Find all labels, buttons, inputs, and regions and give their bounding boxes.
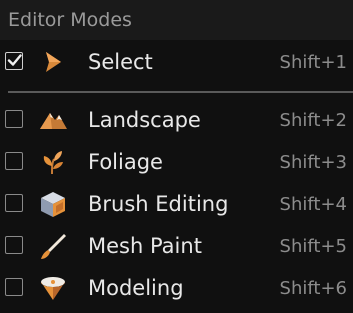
landscape-checkbox[interactable] [5, 110, 23, 128]
menu-item-mesh-paint[interactable]: Mesh Paint Shift+5 [0, 225, 353, 267]
menu-item-shortcut: Shift+2 [279, 110, 347, 131]
select-checkbox[interactable] [5, 52, 23, 70]
menu-item-shortcut: Shift+4 [279, 194, 347, 215]
menu-separator [8, 91, 353, 93]
menu-item-landscape[interactable]: Landscape Shift+2 [0, 99, 353, 141]
menu-item-foliage[interactable]: Foliage Shift+3 [0, 141, 353, 183]
menu-item-label: Modeling [88, 276, 184, 300]
mesh-paint-checkbox[interactable] [5, 236, 23, 254]
checkmark-icon [7, 54, 22, 66]
menu-item-label: Brush Editing [88, 192, 229, 216]
menu-item-label: Foliage [88, 150, 163, 174]
menu-item-shortcut: Shift+3 [279, 152, 347, 173]
menu-header: Editor Modes [0, 0, 353, 40]
menu-item-shortcut: Shift+6 [279, 278, 347, 299]
menu-item-select[interactable]: Select Shift+1 [0, 41, 353, 83]
menu-item-label: Landscape [88, 108, 201, 132]
menu-item-brush-editing[interactable]: Brush Editing Shift+4 [0, 183, 353, 225]
modeling-checkbox[interactable] [5, 278, 23, 296]
brush-cube-icon [38, 189, 68, 219]
menu-header-label: Editor Modes [8, 9, 132, 31]
menu-item-label: Mesh Paint [88, 234, 202, 258]
landscape-mountain-icon [38, 105, 68, 135]
menu-item-modeling[interactable]: Modeling Shift+6 [0, 267, 353, 309]
modeling-tool-icon [38, 273, 68, 303]
editor-modes-menu: Editor Modes Select Shift+1 Landscape Sh… [0, 0, 353, 313]
cursor-arrow-icon [38, 47, 68, 77]
brush-editing-checkbox[interactable] [5, 194, 23, 212]
foliage-leaves-icon [38, 147, 68, 177]
paint-brush-icon [38, 231, 68, 261]
menu-item-shortcut: Shift+5 [279, 236, 347, 257]
menu-item-label: Select [88, 50, 153, 74]
foliage-checkbox[interactable] [5, 152, 23, 170]
menu-item-shortcut: Shift+1 [279, 52, 347, 73]
